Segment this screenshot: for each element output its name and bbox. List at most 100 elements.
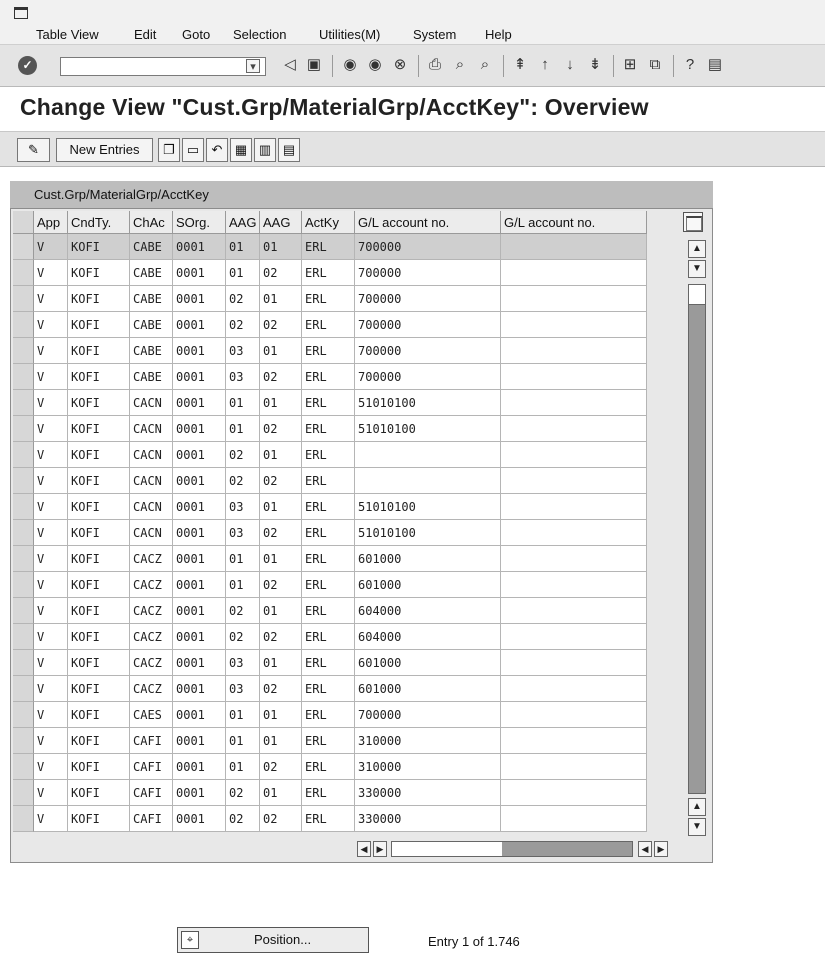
cell-gl-account-accruals[interactable] <box>501 494 647 520</box>
cell-gl-account-accruals[interactable] <box>501 442 647 468</box>
cell-gl-account-accruals[interactable] <box>501 572 647 598</box>
horizontal-scrollbar[interactable]: ◀ ▶ <box>357 841 647 859</box>
cell-gl-account-accruals[interactable] <box>501 364 647 390</box>
table-settings-icon[interactable] <box>683 212 703 232</box>
cell-gl-account[interactable]: 310000 <box>355 728 501 754</box>
row-selector[interactable] <box>13 780 34 806</box>
copy-as-icon[interactable]: ❐ <box>158 138 180 162</box>
cell-gl-account[interactable]: 604000 <box>355 624 501 650</box>
scroll-left-icon[interactable]: ◀ <box>357 841 371 857</box>
collapse-icon[interactable]: ◁ <box>280 55 300 75</box>
help-icon[interactable]: ? <box>680 55 700 75</box>
undo-change-icon[interactable]: ↶ <box>206 138 228 162</box>
display-change-icon[interactable]: ✎ <box>17 138 50 162</box>
column-right-icon[interactable]: ▶ <box>654 841 668 857</box>
menu-edit[interactable]: Edit <box>134 27 156 42</box>
scroll-thumb[interactable] <box>689 285 705 305</box>
select-all-icon[interactable]: ▦ <box>230 138 252 162</box>
cell-gl-account[interactable]: 51010100 <box>355 416 501 442</box>
hscroll-track[interactable] <box>391 841 633 857</box>
menu-help[interactable]: Help <box>485 27 512 42</box>
row-selector[interactable] <box>13 650 34 676</box>
cell-gl-account[interactable] <box>355 442 501 468</box>
shortcut-icon[interactable]: ⧉ <box>645 55 665 75</box>
row-selector[interactable] <box>13 468 34 494</box>
column-left-icon[interactable]: ◀ <box>638 841 652 857</box>
column-header[interactable]: ActKy <box>302 211 355 234</box>
menu-table-view[interactable]: Table View <box>36 27 99 42</box>
scroll-page-down-icon[interactable]: ▼ <box>688 818 706 836</box>
position-button[interactable]: ⌖ Position... <box>177 927 369 953</box>
row-selector[interactable] <box>13 390 34 416</box>
select-all-cell[interactable] <box>13 211 34 234</box>
first-page-icon[interactable]: ⇞ <box>510 55 530 75</box>
scroll-page-up-icon[interactable]: ▲ <box>688 798 706 816</box>
row-selector[interactable] <box>13 234 34 260</box>
row-selector[interactable] <box>13 546 34 572</box>
column-header[interactable]: G/L account no. <box>355 211 501 234</box>
cell-gl-account[interactable]: 51010100 <box>355 520 501 546</box>
create-session-icon[interactable]: ⊞ <box>620 55 640 75</box>
row-selector[interactable] <box>13 416 34 442</box>
cell-gl-account[interactable]: 51010100 <box>355 390 501 416</box>
cell-gl-account-accruals[interactable] <box>501 598 647 624</box>
cell-gl-account-accruals[interactable] <box>501 286 647 312</box>
column-header[interactable]: AAG <box>260 211 302 234</box>
cell-gl-account-accruals[interactable] <box>501 338 647 364</box>
row-selector[interactable] <box>13 624 34 650</box>
layout-icon[interactable]: ▤ <box>705 55 725 75</box>
cell-gl-account[interactable]: 700000 <box>355 364 501 390</box>
cell-gl-account[interactable]: 700000 <box>355 312 501 338</box>
command-history-icon[interactable]: ▾ <box>246 59 260 73</box>
enter-icon[interactable]: ✓ <box>18 56 37 75</box>
cell-gl-account-accruals[interactable] <box>501 806 647 832</box>
column-header[interactable]: G/L account no. <box>501 211 647 234</box>
deselect-all-icon[interactable]: ▤ <box>278 138 300 162</box>
cancel-icon[interactable]: ⊗ <box>390 55 410 75</box>
delete-icon[interactable]: ▭ <box>182 138 204 162</box>
row-selector[interactable] <box>13 754 34 780</box>
row-selector[interactable] <box>13 338 34 364</box>
column-scrollbar[interactable]: ◀ ▶ <box>638 841 678 859</box>
row-selector[interactable] <box>13 260 34 286</box>
cell-gl-account[interactable]: 604000 <box>355 598 501 624</box>
row-selector[interactable] <box>13 286 34 312</box>
scroll-up-icon[interactable]: ▲ <box>688 240 706 258</box>
cell-gl-account[interactable]: 601000 <box>355 676 501 702</box>
cell-gl-account[interactable]: 601000 <box>355 572 501 598</box>
cell-gl-account-accruals[interactable] <box>501 754 647 780</box>
scroll-track[interactable] <box>688 284 706 794</box>
cell-gl-account-accruals[interactable] <box>501 702 647 728</box>
row-selector[interactable] <box>13 520 34 546</box>
row-selector[interactable] <box>13 598 34 624</box>
hscroll-thumb[interactable] <box>502 842 632 856</box>
next-page-icon[interactable]: ↓ <box>560 55 580 75</box>
cell-gl-account-accruals[interactable] <box>501 520 647 546</box>
scroll-down-icon[interactable]: ▼ <box>688 260 706 278</box>
cell-gl-account[interactable]: 700000 <box>355 702 501 728</box>
column-header[interactable]: App <box>34 211 68 234</box>
cell-gl-account-accruals[interactable] <box>501 546 647 572</box>
find-next-icon[interactable]: ⌕ <box>475 55 495 75</box>
row-selector[interactable] <box>13 676 34 702</box>
row-selector[interactable] <box>13 728 34 754</box>
print-icon[interactable]: ⎙ <box>425 55 445 75</box>
cell-gl-account-accruals[interactable] <box>501 260 647 286</box>
row-selector[interactable] <box>13 442 34 468</box>
menu-utilities[interactable]: Utilities(M) <box>319 27 380 42</box>
menu-system[interactable]: System <box>413 27 456 42</box>
cell-gl-account[interactable]: 51010100 <box>355 494 501 520</box>
cell-gl-account[interactable]: 330000 <box>355 780 501 806</box>
select-block-icon[interactable]: ▥ <box>254 138 276 162</box>
cell-gl-account[interactable]: 700000 <box>355 260 501 286</box>
cell-gl-account-accruals[interactable] <box>501 312 647 338</box>
back-icon[interactable]: ◉ <box>340 55 360 75</box>
cell-gl-account[interactable]: 700000 <box>355 234 501 260</box>
cell-gl-account[interactable]: 700000 <box>355 338 501 364</box>
column-header[interactable]: SOrg. <box>173 211 226 234</box>
exit-icon[interactable]: ◉ <box>365 55 385 75</box>
row-selector[interactable] <box>13 364 34 390</box>
vertical-scrollbar[interactable]: ▲ ▼ ▲ ▼ <box>688 240 706 840</box>
row-selector[interactable] <box>13 702 34 728</box>
row-selector[interactable] <box>13 494 34 520</box>
